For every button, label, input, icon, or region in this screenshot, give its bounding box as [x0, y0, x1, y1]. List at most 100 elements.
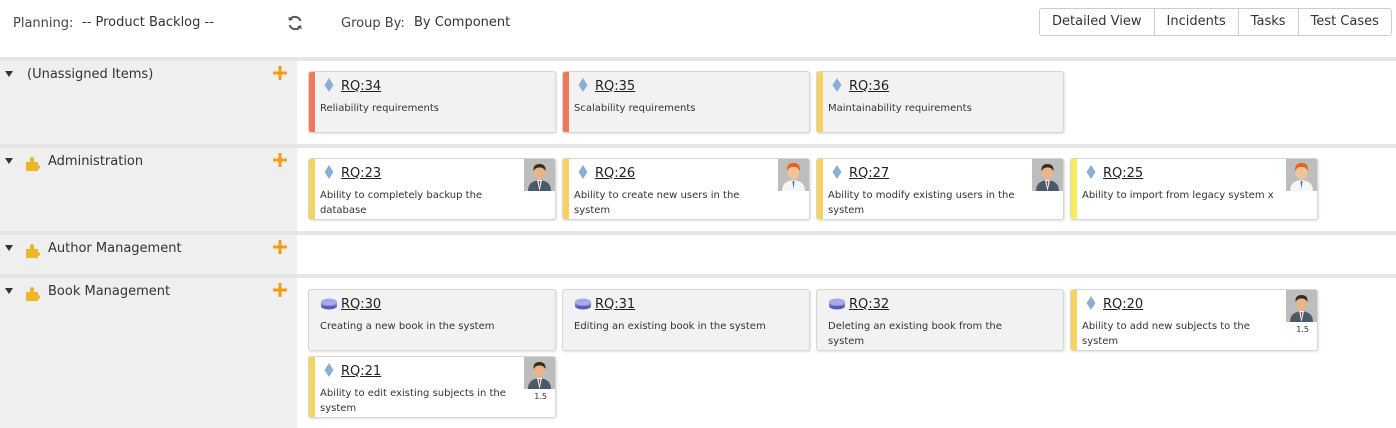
requirement-card[interactable]: RQ:32 Deleting an existing book from the… — [816, 289, 1064, 351]
group-cards: RQ:23 Ability to completely backup the d… — [297, 148, 1396, 232]
requirement-description: Reliability requirements — [320, 103, 439, 114]
requirement-description: Creating a new book in the system — [320, 321, 495, 332]
requirement-id-link[interactable]: RQ:32 — [849, 297, 889, 312]
collapse-caret-icon[interactable] — [5, 245, 13, 251]
man-avatar[interactable] — [524, 357, 555, 389]
requirement-description: Ability to add new subjects to the syste… — [1082, 321, 1250, 347]
man-avatar[interactable] — [1032, 159, 1063, 191]
group-title: Author Management — [48, 241, 182, 256]
man-avatar[interactable] — [524, 159, 555, 191]
estimate-value: 1.5 — [534, 392, 547, 401]
priority-bar — [817, 72, 823, 132]
redhead-avatar[interactable] — [778, 159, 809, 191]
puzzle-icon — [26, 287, 40, 301]
requirement-card[interactable]: RQ:25 Ability to import from legacy syst… — [1070, 158, 1318, 220]
requirement-id-link[interactable]: RQ:31 — [595, 297, 635, 312]
group-row-author-management: Author Management — [0, 231, 1396, 275]
group-row-administration: Administration RQ:23 Ability to complete… — [0, 144, 1396, 232]
group-row-book-management: Book Management RQ:30 Creating a new boo… — [0, 274, 1396, 428]
requirement-card[interactable]: RQ:26 Ability to create new users in the… — [562, 158, 810, 220]
priority-bar — [309, 72, 315, 132]
diamond-icon — [832, 165, 842, 179]
priority-bar — [563, 72, 569, 132]
requirement-id-link[interactable]: RQ:27 — [849, 166, 889, 181]
group-cards — [297, 235, 1396, 275]
group-title: Book Management — [48, 284, 171, 299]
group-header: Book Management — [0, 278, 297, 428]
requirement-id-link[interactable]: RQ:30 — [341, 297, 381, 312]
requirement-description: Editing an existing book in the system — [574, 321, 766, 332]
requirement-card[interactable]: RQ:20 Ability to add new subjects to the… — [1070, 289, 1318, 351]
diamond-icon — [324, 165, 334, 179]
group-cards: RQ:34 Reliability requirements RQ:35 Sca… — [297, 61, 1396, 145]
requirement-card[interactable]: RQ:34 Reliability requirements — [308, 71, 556, 133]
add-item-icon[interactable] — [272, 152, 288, 168]
disk-icon — [575, 298, 591, 310]
group-cards: RQ:30 Creating a new book in the system … — [297, 278, 1396, 428]
diamond-icon — [324, 363, 334, 377]
requirement-description: Ability to modify existing users in the … — [828, 190, 1015, 216]
priority-bar — [563, 159, 569, 219]
group-header: Administration — [0, 148, 297, 232]
requirement-card[interactable]: RQ:23 Ability to completely backup the d… — [308, 158, 556, 220]
collapse-caret-icon[interactable] — [5, 288, 13, 294]
group-header: Author Management — [0, 235, 297, 275]
requirement-card[interactable]: RQ:30 Creating a new book in the system — [308, 289, 556, 351]
requirement-id-link[interactable]: RQ:25 — [1103, 166, 1143, 181]
priority-bar — [1071, 159, 1077, 219]
view-switcher: Detailed View Incidents Tasks Test Cases — [1039, 8, 1392, 36]
refresh-icon[interactable] — [286, 14, 304, 32]
toolbar: Planning: -- Product Backlog -- Group By… — [0, 0, 1396, 50]
priority-bar — [1071, 290, 1077, 350]
add-item-icon[interactable] — [272, 239, 288, 255]
requirement-id-link[interactable]: RQ:23 — [341, 166, 381, 181]
test-cases-view-button[interactable]: Test Cases — [1298, 9, 1391, 35]
requirement-description: Ability to completely backup the databas… — [320, 190, 483, 216]
group-title: Administration — [48, 154, 144, 169]
requirement-card[interactable]: RQ:35 Scalability requirements — [562, 71, 810, 133]
group-title: (Unassigned Items) — [27, 67, 154, 82]
requirement-id-link[interactable]: RQ:20 — [1103, 297, 1143, 312]
group-header: (Unassigned Items) — [0, 61, 297, 145]
requirement-card[interactable]: RQ:36 Maintainability requirements — [816, 71, 1064, 133]
collapse-caret-icon[interactable] — [5, 71, 13, 77]
redhead-avatar[interactable] — [1286, 159, 1317, 191]
group-row-unassigned: (Unassigned Items) RQ:34 Reliability req… — [0, 57, 1396, 145]
puzzle-icon — [26, 157, 40, 171]
requirement-description: Deleting an existing book from the syste… — [828, 321, 1002, 347]
add-item-icon[interactable] — [272, 282, 288, 298]
requirement-id-link[interactable]: RQ:34 — [341, 79, 381, 94]
planning-select[interactable]: -- Product Backlog -- — [82, 15, 214, 30]
detailed-view-button[interactable]: Detailed View — [1040, 9, 1155, 35]
man-avatar[interactable] — [1286, 290, 1317, 322]
collapse-caret-icon[interactable] — [5, 158, 13, 164]
requirement-card[interactable]: RQ:31 Editing an existing book in the sy… — [562, 289, 810, 351]
estimate-value: 1.5 — [1296, 325, 1309, 334]
diamond-icon — [1086, 296, 1096, 310]
requirement-id-link[interactable]: RQ:36 — [849, 79, 889, 94]
requirement-card[interactable]: RQ:27 Ability to modify existing users i… — [816, 158, 1064, 220]
disk-icon — [829, 298, 845, 310]
requirement-description: Maintainability requirements — [828, 103, 972, 114]
priority-bar — [309, 357, 315, 417]
requirement-card[interactable]: RQ:21 Ability to edit existing subjects … — [308, 356, 556, 418]
requirement-description: Ability to create new users in the syste… — [574, 190, 740, 216]
puzzle-icon — [26, 244, 40, 258]
requirement-id-link[interactable]: RQ:21 — [341, 364, 381, 379]
disk-icon — [321, 298, 337, 310]
diamond-icon — [578, 165, 588, 179]
group-by-select[interactable]: By Component — [414, 15, 510, 30]
requirement-description: Scalability requirements — [574, 103, 696, 114]
add-item-icon[interactable] — [272, 65, 288, 81]
diamond-icon — [324, 78, 334, 92]
requirement-id-link[interactable]: RQ:26 — [595, 166, 635, 181]
requirement-description: Ability to edit existing subjects in the… — [320, 388, 506, 414]
incidents-view-button[interactable]: Incidents — [1154, 9, 1239, 35]
diamond-icon — [578, 78, 588, 92]
requirement-id-link[interactable]: RQ:35 — [595, 79, 635, 94]
planning-label: Planning: — [13, 16, 74, 31]
group-by-label: Group By: — [341, 16, 405, 31]
diamond-icon — [1086, 165, 1096, 179]
requirement-description: Ability to import from legacy system x — [1082, 190, 1274, 201]
tasks-view-button[interactable]: Tasks — [1238, 9, 1299, 35]
